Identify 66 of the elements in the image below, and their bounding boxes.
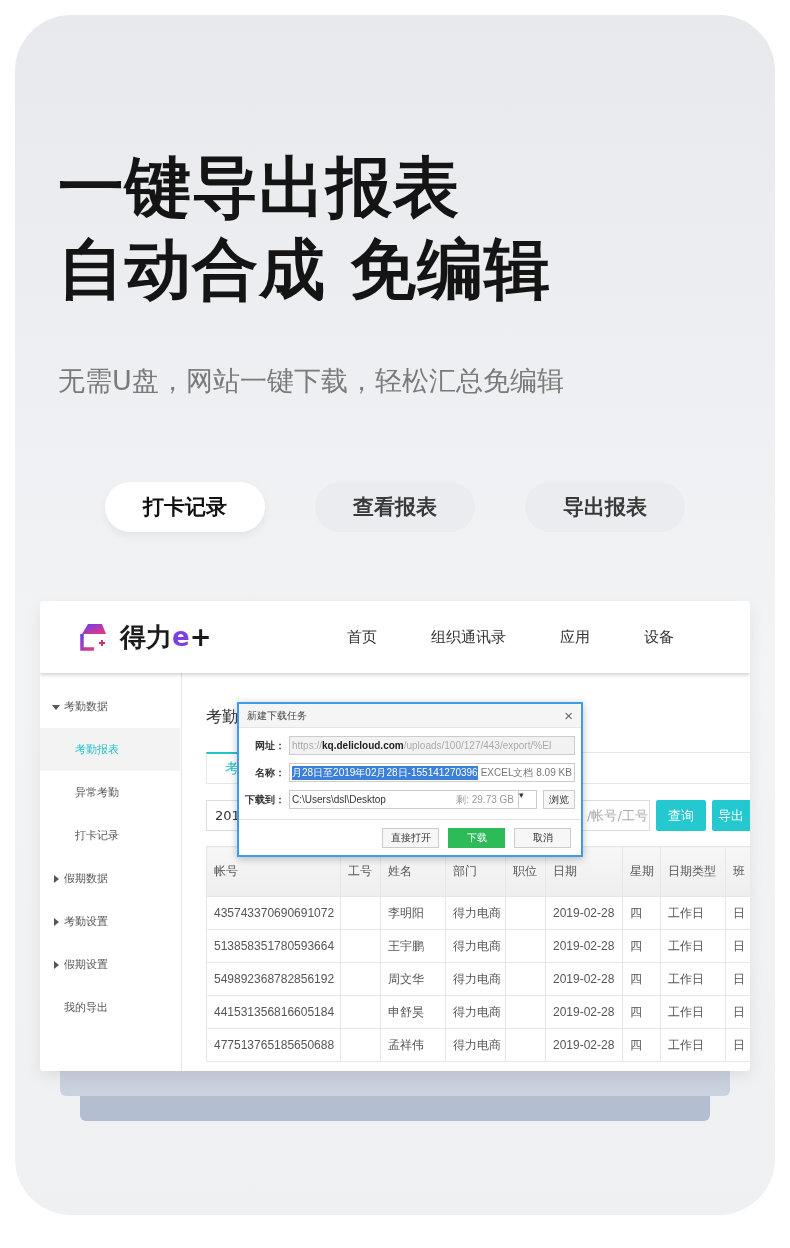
nav-link[interactable]: 组织通讯录 [431, 627, 507, 647]
field-label: 下载到： [245, 792, 286, 807]
dialog-button[interactable]: 直接打开 [382, 827, 439, 848]
page-title: 考勤 [206, 707, 238, 728]
table-cell: 得力电商 [445, 896, 506, 930]
logo-text: 得力e+ [120, 620, 212, 654]
table-cell: 得力电商 [445, 1028, 506, 1062]
table-cell: 四 [622, 1028, 661, 1062]
sidebar-item[interactable]: 我的导出 [40, 986, 181, 1029]
feature-pill: 打卡记录 [105, 482, 265, 532]
nav-link[interactable]: 应用 [560, 627, 591, 647]
dialog-title: 新建下载任务 [247, 708, 307, 723]
sidebar-group[interactable]: 假期设置 [64, 957, 108, 972]
table-cell: 2019-02-28 [545, 995, 623, 1029]
table-cell: 工作日 [660, 995, 726, 1029]
table-cell: 孟祥伟 [380, 1028, 446, 1062]
nav-link[interactable]: 首页 [347, 627, 378, 647]
feature-pill: 导出报表 [525, 482, 685, 532]
column-header: 星期 [622, 846, 661, 897]
caret-right-icon[interactable] [52, 960, 60, 969]
table-cell: 2019-02-28 [545, 896, 623, 930]
column-header: 班 [725, 846, 750, 897]
subtitle: 无需U盘，网站一键下载，轻松汇总免编辑 [58, 364, 564, 398]
table-cell: 李明阳 [380, 896, 446, 930]
table-cell: 周文华 [380, 962, 446, 996]
table-cell: 2019-02-28 [545, 929, 623, 963]
table-cell: 四 [622, 995, 661, 1029]
table-cell: 四 [622, 929, 661, 963]
table-cell: 441531356816605184 [206, 995, 341, 1029]
table-cell: 申舒昊 [380, 995, 446, 1029]
table-cell: 得力电商 [445, 929, 506, 963]
sidebar-item[interactable]: 异常考勤 [40, 771, 180, 814]
caret-right-icon[interactable] [52, 917, 60, 926]
dialog-button[interactable]: 取消 [514, 827, 571, 848]
table-cell: 王宇鹏 [380, 929, 446, 963]
table-cell: 工作日 [660, 929, 726, 963]
headline: 一键导出报表 自动合成 免编辑 [58, 148, 552, 310]
logo-icon [78, 622, 108, 652]
table-cell: 2019-02-28 [545, 1028, 623, 1062]
table-cell: 2019-02-28 [545, 962, 623, 996]
table-cell: 工作日 [660, 1028, 726, 1062]
caret-down-icon[interactable] [52, 702, 60, 711]
filename-field[interactable]: 月28日至2019年02月28日-155141270396 EXCEL文档 8.09 KB [289, 763, 575, 782]
field-label: 网址： [254, 738, 286, 753]
table-cell: 四 [622, 962, 661, 996]
sidebar-item[interactable]: 打卡记录 [40, 814, 180, 857]
table-cell: 四 [622, 896, 661, 930]
close-button[interactable]: × [564, 708, 573, 723]
table-cell: 513858351780593664 [206, 929, 341, 963]
nav-link[interactable]: 设备 [644, 627, 675, 647]
sidebar-group[interactable]: 考勤设置 [64, 914, 108, 929]
column-header: 日期类型 [660, 846, 726, 897]
sidebar-group[interactable]: 考勤数据 [64, 699, 108, 714]
table-cell: 工作日 [660, 962, 726, 996]
save-path-field[interactable]: C:\Users\dsl\Desktop 剩: 29.73 GB ▾ [289, 790, 537, 809]
browse-button[interactable]: 浏览 [543, 790, 575, 809]
table-cell: 得力电商 [445, 995, 506, 1029]
table-cell: 435743370690691072 [206, 896, 341, 930]
feature-pill: 查看报表 [315, 482, 475, 532]
url-field[interactable]: https://kq.delicloud.com/uploads/100/127/443/export/%EI [289, 736, 575, 755]
table-cell: 477513765185650688 [206, 1028, 341, 1062]
table-cell: 工作日 [660, 896, 726, 930]
table-cell: 得力电商 [445, 962, 506, 996]
table-cell: 549892368782856192 [206, 962, 341, 996]
caret-right-icon[interactable] [52, 874, 60, 883]
sidebar-group[interactable]: 假期数据 [64, 871, 108, 886]
